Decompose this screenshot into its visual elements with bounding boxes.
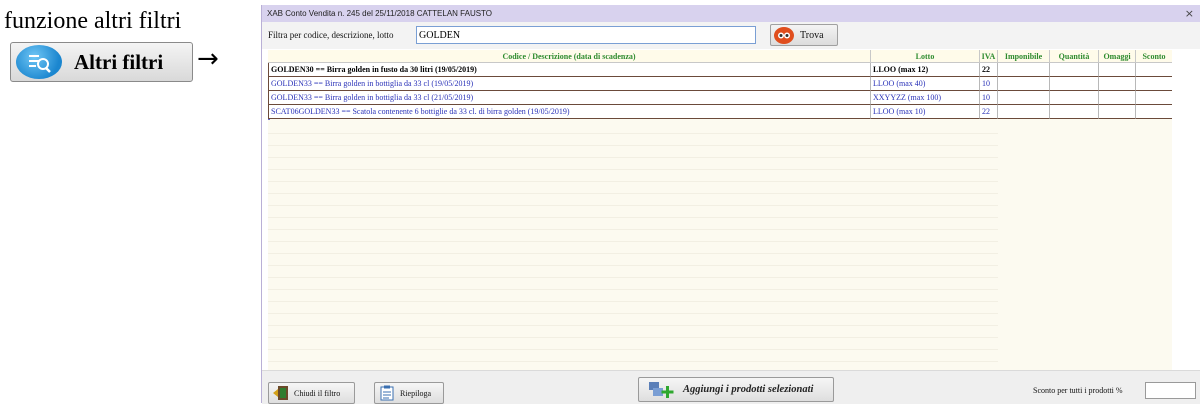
chiudi-filtro-button[interactable]: Chiudi il filtro [268,382,355,404]
cell-lotto: LLOO (max 40) [871,77,980,91]
sconto-tutti-input[interactable] [1145,382,1196,399]
filter-bar: Filtra per codice, descrizione, lotto Tr… [262,22,1200,49]
header-sconto[interactable]: Sconto [1136,50,1172,63]
products-table: Codice / Descrizione (data di scadenza) … [268,50,1172,370]
add-products-icon [649,381,674,398]
header-omaggi[interactable]: Omaggi [1099,50,1136,63]
annotation-title: funzione altri filtri [4,8,182,34]
cell-lotto: LLOO (max 12) [871,63,980,77]
sconto-tutti-label: Sconto per tutti i prodotti % [1033,386,1123,395]
cell-desc: GOLDEN33 == Birra golden in bottiglia da… [268,77,871,91]
cell-lotto: XXYYZZ (max 100) [871,91,980,105]
header-desc[interactable]: Codice / Descrizione (data di scadenza) [268,50,871,63]
bottom-bar: Chiudi il filtro Riepiloga Aggiungi i pr… [262,370,1200,404]
cell-desc: GOLDEN30 == Birra golden in fusto da 30 … [268,63,871,77]
cell-imponibile[interactable] [998,63,1050,77]
cell-lotto: LLOO (max 10) [871,105,980,119]
altri-filtri-button[interactable]: Altri filtri [10,42,193,82]
aggiungi-prodotti-button[interactable]: Aggiungi i prodotti selezionati [638,377,834,402]
cell-omaggi[interactable] [1099,63,1136,77]
window-title: XAB Conto Vendita n. 245 del 25/11/2018 … [267,9,493,18]
altri-filtri-label: Altri filtri [74,49,164,74]
cell-imponibile[interactable] [998,105,1050,119]
cell-omaggi[interactable] [1099,91,1136,105]
cell-omaggi[interactable] [1099,105,1136,119]
table-body: GOLDEN30 == Birra golden in fusto da 30 … [268,63,1172,119]
table-empty-area [268,122,998,362]
filter-window: XAB Conto Vendita n. 245 del 25/11/2018 … [261,5,1200,404]
chiudi-filtro-label: Chiudi il filtro [294,388,341,398]
cell-imponibile[interactable] [998,91,1050,105]
cell-iva: 22 [980,105,998,119]
cell-omaggi[interactable] [1099,77,1136,91]
cell-sconto[interactable] [1136,77,1172,91]
cell-sconto[interactable] [1136,91,1172,105]
header-iva[interactable]: IVA [980,50,998,63]
cell-quantita[interactable] [1050,77,1099,91]
riepiloga-label: Riepiloga [400,388,432,398]
binoculars-icon [774,26,794,44]
table-header: Codice / Descrizione (data di scadenza) … [268,50,1172,63]
filter-label: Filtra per codice, descrizione, lotto [268,30,394,40]
window-titlebar: XAB Conto Vendita n. 245 del 25/11/2018 … [262,5,1200,22]
clipboard-icon [380,385,394,401]
cell-sconto[interactable] [1136,105,1172,119]
riepiloga-button[interactable]: Riepiloga [374,382,444,404]
cell-quantita[interactable] [1050,91,1099,105]
exit-door-icon [273,386,288,400]
table-row[interactable]: GOLDEN33 == Birra golden in bottiglia da… [268,77,1172,91]
filter-search-icon [16,45,62,79]
cell-sconto[interactable] [1136,63,1172,77]
aggiungi-prodotti-label: Aggiungi i prodotti selezionati [683,384,814,395]
table-row[interactable]: GOLDEN33 == Birra golden in bottiglia da… [268,91,1172,105]
table-row[interactable]: GOLDEN30 == Birra golden in fusto da 30 … [268,63,1172,77]
cell-quantita[interactable] [1050,105,1099,119]
filter-input[interactable] [416,26,756,44]
cell-imponibile[interactable] [998,77,1050,91]
table-row[interactable]: SCAT06GOLDEN33 == Scatola contenente 6 b… [268,105,1172,119]
arrow-right-icon: → [197,44,219,74]
header-lotto[interactable]: Lotto [871,50,980,63]
trova-button[interactable]: Trova [770,24,838,46]
cell-desc: GOLDEN33 == Birra golden in bottiglia da… [268,91,871,105]
close-icon[interactable]: × [1185,5,1194,22]
trova-label: Trova [800,29,824,41]
cell-desc: SCAT06GOLDEN33 == Scatola contenente 6 b… [268,105,871,119]
cell-quantita[interactable] [1050,63,1099,77]
header-imponibile[interactable]: Imponibile [998,50,1050,63]
cell-iva: 22 [980,63,998,77]
cell-iva: 10 [980,77,998,91]
header-quantita[interactable]: Quantità [1050,50,1099,63]
cell-iva: 10 [980,91,998,105]
